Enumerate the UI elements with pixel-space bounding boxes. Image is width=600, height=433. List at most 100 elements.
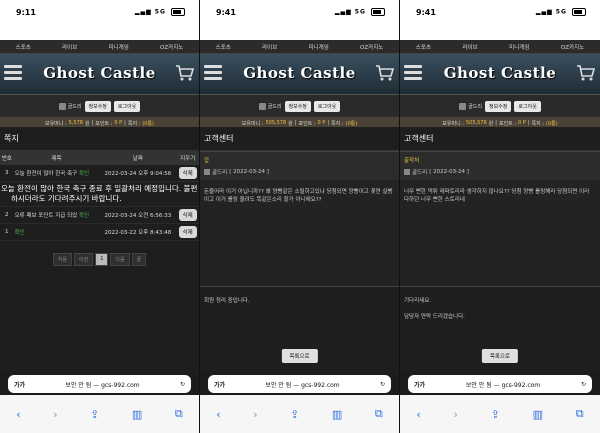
hamburger-menu-icon[interactable] xyxy=(4,65,22,81)
signal-icon: ▂▄▆ 5G xyxy=(135,8,185,16)
point-value: 0 P xyxy=(518,120,526,126)
table-row[interactable]: 3 오늘 환전이 많아 한국 축구 확인 2022-03-24 오후 9:04:… xyxy=(0,165,199,182)
site-logo[interactable]: Ghost Castle xyxy=(28,64,171,82)
cart-icon[interactable] xyxy=(375,64,395,82)
reload-icon[interactable]: ↻ xyxy=(581,381,586,388)
row-title[interactable]: 오늘 환전이 많아 한국 축구 확인 xyxy=(13,165,100,182)
bookmarks-icon[interactable]: ▥ xyxy=(533,408,543,421)
logout-button[interactable]: 로그아웃 xyxy=(514,100,541,112)
bookmarks-icon[interactable]: ▥ xyxy=(332,408,342,421)
logout-button[interactable]: 로그아웃 xyxy=(313,100,341,112)
row-title[interactable]: 확인 xyxy=(13,223,100,241)
hamburger-menu-icon[interactable] xyxy=(204,65,222,81)
share-icon[interactable]: ⇪ xyxy=(491,408,500,421)
url-text[interactable]: 보안 안 됨 — gcs-992.com xyxy=(265,380,339,389)
address-bar[interactable]: 가가 보안 안 됨 — gcs-992.com ↻ xyxy=(408,375,592,393)
cart-icon[interactable] xyxy=(576,64,596,82)
nav-live[interactable]: 라이브 xyxy=(262,43,277,51)
back-to-list-button[interactable]: 목록으로 xyxy=(281,349,318,363)
nav-casino[interactable]: OZ카지노 xyxy=(160,43,183,51)
site-logo[interactable]: Ghost Castle xyxy=(428,64,572,82)
user-bar: 골드리 정보수정 로그아웃 xyxy=(200,95,399,117)
tabs-icon[interactable]: ⧉ xyxy=(175,407,183,421)
table-row[interactable]: 2 오류 패보 포인트 지급 되었 확인 2022-03-24 오전 6:56:… xyxy=(0,206,199,224)
nav-sports[interactable]: 스포츠 xyxy=(16,43,31,51)
forward-icon[interactable]: › xyxy=(53,408,57,421)
nav-sports[interactable]: 스포츠 xyxy=(416,43,431,51)
delete-button[interactable]: 삭제 xyxy=(178,226,197,238)
back-icon[interactable]: ‹ xyxy=(16,408,20,421)
back-icon[interactable]: ‹ xyxy=(416,408,420,421)
note-value: (0통) xyxy=(345,120,358,127)
site-banner: Ghost Castle xyxy=(200,54,399,95)
admin-reply: 회원 정리 중입니다. xyxy=(204,298,250,304)
edit-info-button[interactable]: 정보수정 xyxy=(284,100,311,112)
post-category: 출작처 xyxy=(404,158,420,164)
url-text[interactable]: 보안 안 됨 — gcs-992.com xyxy=(466,380,540,389)
cart-icon[interactable] xyxy=(175,64,195,82)
col-title: 제목 xyxy=(13,151,100,165)
share-icon[interactable]: ⇪ xyxy=(290,408,299,421)
post-author: 골드리 xyxy=(212,170,228,176)
row-title[interactable]: 오류 패보 포인트 지급 되었 확인 xyxy=(13,206,100,224)
user-nick-text: 골드리 xyxy=(67,103,82,110)
share-icon[interactable]: ⇪ xyxy=(90,408,99,421)
pager-last[interactable]: 끝 xyxy=(131,253,147,266)
page-title: 쪽지 xyxy=(0,127,199,151)
message-line-1: 오늘 환전이 많아 한국 축구 종료 후 일괄처리 예정입니다. 불편 xyxy=(1,184,198,193)
text-size-button[interactable]: 가가 xyxy=(14,380,25,389)
url-text[interactable]: 보안 안 됨 — gcs-992.com xyxy=(65,380,139,389)
address-bar[interactable]: 가가 보안 안 됨 — gcs-992.com ↻ xyxy=(8,375,191,393)
edit-info-button[interactable]: 정보수정 xyxy=(84,100,111,112)
user-nick: 골드리 xyxy=(459,102,482,110)
address-bar[interactable]: 가가 보안 안 됨 — gcs-992.com ↻ xyxy=(208,375,391,393)
delete-button[interactable]: 삭제 xyxy=(178,167,197,179)
row-title-text[interactable]: 오류 패보 포인트 지급 되었 xyxy=(15,213,78,219)
balance-value: 505,578 xyxy=(265,120,287,126)
row-title-text[interactable]: 오늘 환전이 많아 한국 축구 xyxy=(15,171,78,177)
balance-value: 5,578 xyxy=(68,120,83,126)
reload-icon[interactable]: ↻ xyxy=(380,381,385,388)
balance-unit: 원 xyxy=(84,120,90,127)
nav-sports[interactable]: 스포츠 xyxy=(216,43,231,51)
nav-live[interactable]: 라이브 xyxy=(462,43,477,51)
pager-first[interactable]: 처음 xyxy=(52,253,72,266)
row-number: 2 xyxy=(0,206,14,224)
text-size-button[interactable]: 가가 xyxy=(414,380,425,389)
post-meta: 골드리 [ 2022-03-24 ] xyxy=(400,166,600,180)
hamburger-menu-icon[interactable] xyxy=(404,65,422,81)
post-date: [ 2022-03-24 ] xyxy=(229,169,269,175)
nav-minigame[interactable]: 미니게임 xyxy=(109,43,129,51)
pager-next[interactable]: 다음 xyxy=(110,253,130,266)
edit-info-button[interactable]: 정보수정 xyxy=(485,100,512,112)
note-label: 쪽지 : xyxy=(531,120,545,127)
pager-current[interactable]: 1 xyxy=(95,253,109,266)
pager-prev[interactable]: 이전 xyxy=(74,253,94,266)
nav-live[interactable]: 라이브 xyxy=(62,43,77,51)
rank-icon xyxy=(258,102,266,110)
nav-casino[interactable]: OZ카지노 xyxy=(360,43,383,51)
pagination: 처음 이전 1 다음 끝 xyxy=(0,253,199,266)
forward-icon[interactable]: › xyxy=(454,408,458,421)
tabs-icon[interactable]: ⧉ xyxy=(576,407,584,421)
post-body: 너무 뻔한 먹튀 레파토리라 생각하지 않나요?? 당첨 양빵 롤링해라 당첨되… xyxy=(400,180,600,287)
nav-minigame[interactable]: 미니게임 xyxy=(509,43,529,51)
read-tag: 확인 xyxy=(78,171,90,177)
bookmarks-icon[interactable]: ▥ xyxy=(132,408,142,421)
logout-button[interactable]: 로그아웃 xyxy=(113,100,141,112)
back-icon[interactable]: ‹ xyxy=(216,408,220,421)
forward-icon[interactable]: › xyxy=(253,408,257,421)
delete-button[interactable]: 삭제 xyxy=(178,209,197,221)
back-to-list-button[interactable]: 목록으로 xyxy=(481,349,519,363)
note-value: (0통) xyxy=(142,120,155,127)
table-row[interactable]: 1 확인 2022-03-22 오후 8:43:48 삭제 xyxy=(0,223,199,241)
nav-minigame[interactable]: 미니게임 xyxy=(309,43,329,51)
screenshot-collage: 9:11 ▂▄▆ 5G 스포츠 라이브 미니게임 OZ카지노 Ghost Cas… xyxy=(0,0,600,433)
reload-icon[interactable]: ↻ xyxy=(180,381,185,388)
post-body: 돈줄어라 이거 아닙니까?? 왜 양빵같은 소릴하고있냐 당첨되면 양빵이고 꽃… xyxy=(200,180,399,287)
nav-casino[interactable]: OZ카지노 xyxy=(561,43,584,51)
site-logo[interactable]: Ghost Castle xyxy=(228,64,371,82)
tabs-icon[interactable]: ⧉ xyxy=(375,407,383,421)
text-size-button[interactable]: 가가 xyxy=(214,380,225,389)
post-header: 갑 골드리 [ 2022-03-24 ] xyxy=(200,151,399,180)
